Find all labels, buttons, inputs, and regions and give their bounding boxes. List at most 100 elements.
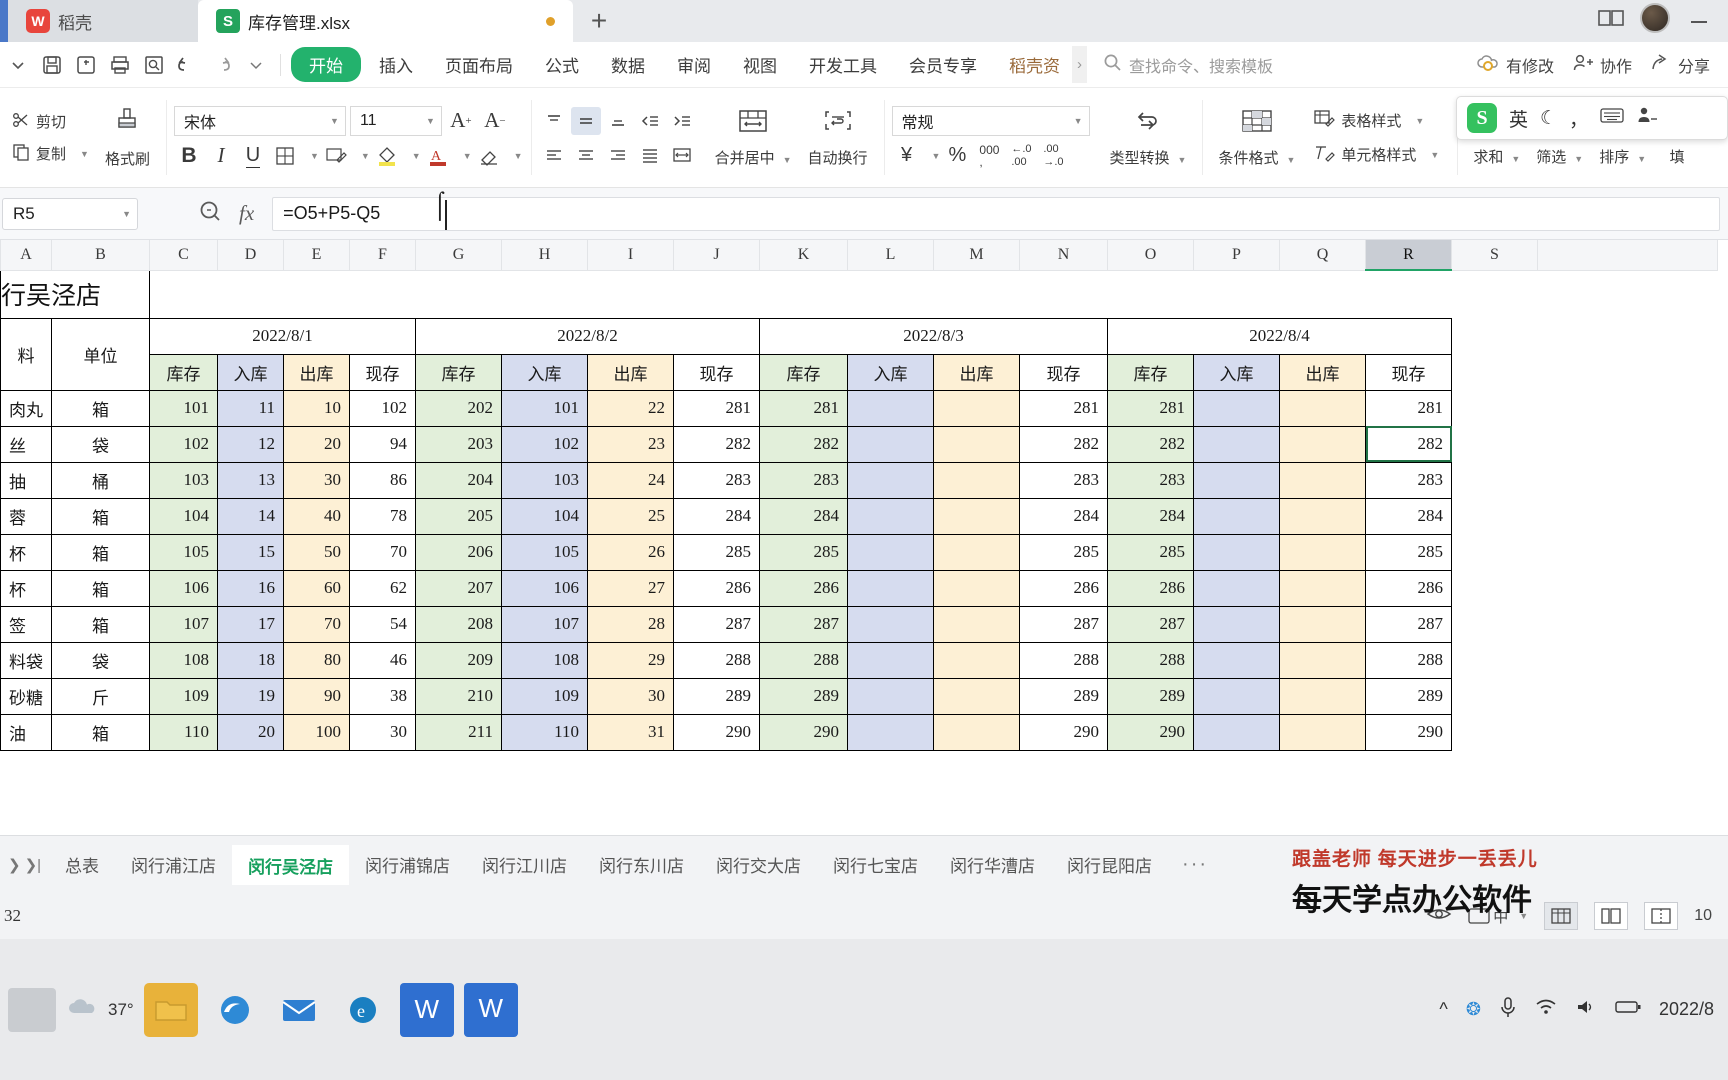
cell-F9[interactable]: 70 bbox=[349, 533, 416, 571]
align-right-button[interactable] bbox=[603, 141, 633, 169]
cell-O8[interactable]: 284 bbox=[1107, 497, 1194, 535]
col-header-R[interactable]: R bbox=[1365, 240, 1452, 271]
cell-Q11[interactable] bbox=[1279, 605, 1366, 643]
cell-P7[interactable] bbox=[1193, 461, 1280, 499]
cell-unit[interactable]: 袋 bbox=[51, 425, 150, 463]
sheet-tab[interactable]: 闵行浦江店 bbox=[115, 845, 232, 885]
font-name-select[interactable]: 宋体 ▼ bbox=[173, 105, 346, 136]
table-row[interactable]: 蓉箱 104 14 40 78 205 104 25 284 284 284 284 284 bbox=[0, 497, 1718, 535]
table-row[interactable]: 抽桶 103 13 30 86 204 103 24 283 283 283 283 283 bbox=[0, 461, 1718, 499]
col-header-H[interactable]: H bbox=[501, 240, 588, 271]
cell-D6[interactable]: 12 bbox=[217, 425, 284, 463]
cell-O7[interactable]: 283 bbox=[1107, 461, 1194, 499]
cell-Q7[interactable] bbox=[1279, 461, 1366, 499]
cell-Q10[interactable] bbox=[1279, 569, 1366, 607]
cell-material-name[interactable]: 丝 bbox=[0, 425, 52, 463]
print-icon[interactable] bbox=[104, 49, 136, 81]
qat-collapse-icon[interactable] bbox=[2, 49, 34, 81]
table-row[interactable]: 砂糖斤 109 19 90 38 210 109 30 289 289 289 289 289 bbox=[0, 677, 1718, 715]
filter-chevron-down-icon[interactable]: ▼ bbox=[1574, 154, 1583, 164]
tray-ime-icon[interactable]: ❂ bbox=[1466, 999, 1481, 1020]
cell-R13[interactable]: 289 bbox=[1365, 677, 1452, 715]
format-painter-button[interactable]: 格式刷 bbox=[97, 105, 158, 171]
cell-unit[interactable]: 袋 bbox=[51, 641, 150, 679]
cell-C10[interactable]: 106 bbox=[149, 569, 218, 607]
cell-L8[interactable] bbox=[847, 497, 934, 535]
cell-E12[interactable]: 80 bbox=[283, 641, 350, 679]
percent-format-button[interactable]: % bbox=[942, 142, 972, 170]
justify-button[interactable] bbox=[635, 141, 665, 169]
fill-color-chevron-down-icon[interactable]: ▼ bbox=[412, 151, 421, 161]
ribbon-tab-page-layout[interactable]: 页面布局 bbox=[431, 48, 527, 81]
cell-H6[interactable]: 102 bbox=[501, 425, 588, 463]
cell-J11[interactable]: 287 bbox=[673, 605, 760, 643]
ie-icon[interactable]: e bbox=[336, 983, 390, 1037]
save-icon[interactable] bbox=[36, 49, 68, 81]
cell-I7[interactable]: 24 bbox=[587, 461, 674, 499]
cell-M10[interactable] bbox=[933, 569, 1020, 607]
cell-K7[interactable]: 283 bbox=[759, 461, 848, 499]
cell-N6[interactable]: 282 bbox=[1019, 425, 1108, 463]
cell-D11[interactable]: 17 bbox=[217, 605, 284, 643]
cell-D14[interactable]: 20 bbox=[217, 713, 284, 751]
cell-H10[interactable]: 106 bbox=[501, 569, 588, 607]
cell-E10[interactable]: 60 bbox=[283, 569, 350, 607]
conditional-format-button[interactable]: 条件格式 ▼ bbox=[1210, 106, 1303, 170]
print-preview-icon[interactable] bbox=[138, 49, 170, 81]
cell-R14[interactable]: 290 bbox=[1365, 713, 1452, 751]
page-break-view-button[interactable] bbox=[1644, 902, 1679, 930]
cell-R10[interactable]: 286 bbox=[1365, 569, 1452, 607]
underline-button[interactable]: U bbox=[238, 142, 268, 170]
cell-P10[interactable] bbox=[1193, 569, 1280, 607]
cell-material-name[interactable]: 蓉 bbox=[0, 497, 52, 535]
cell-J5[interactable]: 281 bbox=[673, 389, 760, 427]
cell-I5[interactable]: 22 bbox=[587, 389, 674, 427]
cell-I9[interactable]: 26 bbox=[587, 533, 674, 571]
avatar[interactable] bbox=[1640, 3, 1670, 33]
cell-F11[interactable]: 54 bbox=[349, 605, 416, 643]
spreadsheet-grid[interactable]: A B C D E F G H I J K L M N O P Q R S 行吴… bbox=[0, 240, 1728, 835]
cell-E14[interactable]: 100 bbox=[283, 713, 350, 751]
cell-H13[interactable]: 109 bbox=[501, 677, 588, 715]
cell-C7[interactable]: 103 bbox=[149, 461, 218, 499]
cell-D9[interactable]: 15 bbox=[217, 533, 284, 571]
tray-battery-icon[interactable] bbox=[1615, 999, 1641, 1020]
col-header-S[interactable]: S bbox=[1451, 240, 1538, 271]
zoom-value[interactable]: 10 bbox=[1694, 907, 1712, 925]
cell-O5[interactable]: 281 bbox=[1107, 389, 1194, 427]
copy-chevron-down-icon[interactable]: ▼ bbox=[80, 149, 89, 159]
cell-N9[interactable]: 285 bbox=[1019, 533, 1108, 571]
col-header-E[interactable]: E bbox=[283, 240, 350, 271]
cell-O14[interactable]: 290 bbox=[1107, 713, 1194, 751]
cell-G10[interactable]: 207 bbox=[415, 569, 502, 607]
cell-D10[interactable]: 16 bbox=[217, 569, 284, 607]
cell-G7[interactable]: 204 bbox=[415, 461, 502, 499]
cell-E11[interactable]: 70 bbox=[283, 605, 350, 643]
currency-format-button[interactable]: ¥ bbox=[892, 142, 922, 170]
cell-material-name[interactable]: 杯 bbox=[0, 533, 52, 571]
cell-C11[interactable]: 107 bbox=[149, 605, 218, 643]
align-middle-button[interactable] bbox=[570, 106, 601, 135]
cell-H14[interactable]: 110 bbox=[501, 713, 588, 751]
borders-chevron-down-icon[interactable]: ▼ bbox=[310, 151, 319, 161]
cell-M5[interactable] bbox=[933, 389, 1020, 427]
tab-docker[interactable]: W 稻壳 bbox=[8, 0, 198, 42]
cell-C8[interactable]: 104 bbox=[149, 497, 218, 535]
cell-E6[interactable]: 20 bbox=[283, 425, 350, 463]
tray-expand-icon[interactable]: ^ bbox=[1439, 999, 1447, 1020]
cell-style-button[interactable]: 单元格样式 ▼ bbox=[1309, 141, 1443, 169]
clear-format-chevron-down-icon[interactable]: ▼ bbox=[514, 151, 523, 161]
cell-G6[interactable]: 203 bbox=[415, 425, 502, 463]
cell-I8[interactable]: 25 bbox=[587, 497, 674, 535]
cell-E7[interactable]: 30 bbox=[283, 461, 350, 499]
sheet-tab[interactable]: 闵行昆阳店 bbox=[1051, 845, 1168, 885]
cell-material-name[interactable]: 料袋 bbox=[0, 641, 52, 679]
col-header-A[interactable]: A bbox=[0, 240, 52, 271]
cell-L11[interactable] bbox=[847, 605, 934, 643]
col-header-Q[interactable]: Q bbox=[1279, 240, 1366, 271]
search-box[interactable]: 查找命令、搜索模板 bbox=[1103, 53, 1273, 77]
cell-J10[interactable]: 286 bbox=[673, 569, 760, 607]
cell-H5[interactable]: 101 bbox=[501, 389, 588, 427]
cell-C6[interactable]: 102 bbox=[149, 425, 218, 463]
cell-J9[interactable]: 285 bbox=[673, 533, 760, 571]
